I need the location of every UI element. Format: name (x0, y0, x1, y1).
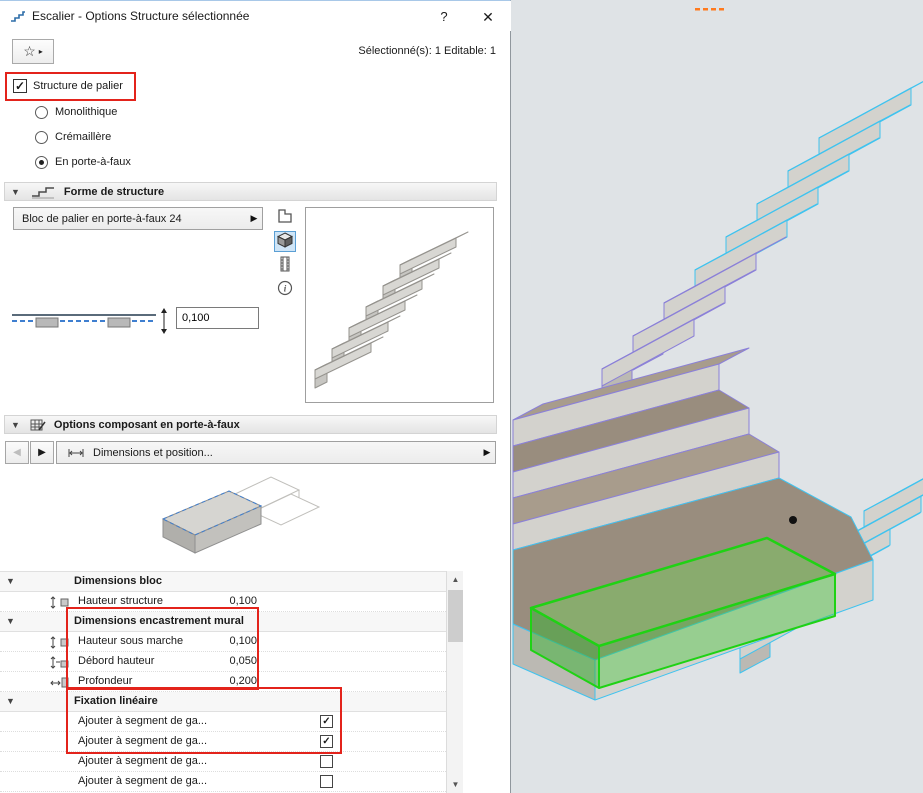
collapse-triangle-icon[interactable]: ▼ (11, 187, 20, 197)
floor-plan-view-button[interactable] (274, 207, 296, 228)
section-composant[interactable]: ▼ Options composant en porte-à-faux (4, 415, 497, 434)
param-value[interactable]: 0,100 (187, 595, 257, 607)
structure-preview-image (306, 208, 493, 402)
window-title: Escalier - Options Structure sélectionné… (32, 9, 249, 23)
param-group-header[interactable]: ▼ Fixation linéaire (0, 692, 446, 712)
param-value[interactable]: 0,200 (187, 675, 257, 687)
filmstrip-icon (277, 256, 293, 275)
radio-cremaillere[interactable] (35, 131, 48, 144)
info-button[interactable]: i (274, 279, 296, 300)
scrollbar-up-icon[interactable]: ▲ (447, 571, 464, 588)
view-3d-button[interactable] (274, 231, 296, 252)
param-group-title: Dimensions bloc (74, 575, 162, 587)
collapse-triangle-icon[interactable]: ▼ (6, 616, 15, 626)
param-group-title: Dimensions encastrement mural (74, 615, 244, 627)
prev-arrow-icon: ◀ (13, 447, 21, 458)
param-label: Ajouter à segment de ga... (78, 775, 207, 787)
previous-page-button[interactable]: ◀ (5, 441, 29, 464)
composant-grid-icon (30, 418, 46, 432)
param-label: Débord hauteur (78, 655, 154, 667)
page-selector-value: Dimensions et position... (85, 447, 479, 459)
structure-palier-label: Structure de palier (33, 80, 123, 92)
param-row[interactable]: Ajouter à segment de ga... ✓ (0, 732, 446, 752)
dropdown-arrow-icon: ▶ (479, 447, 495, 458)
svg-text:i: i (284, 284, 287, 294)
radio-porte-a-faux[interactable] (35, 156, 48, 169)
param-row[interactable]: Profondeur 0,200 (0, 672, 446, 692)
component-diagram (145, 467, 325, 570)
param-label: Ajouter à segment de ga... (78, 755, 207, 767)
structure-palier-checkbox[interactable]: ✓ (13, 79, 27, 93)
favorites-button[interactable]: ☆ ▸ (12, 39, 54, 64)
radio-porte-a-faux-label: En porte-à-faux (55, 156, 131, 168)
param-row[interactable]: Ajouter à segment de ga... ✓ (0, 712, 446, 732)
next-page-button[interactable]: ▶ (30, 441, 54, 464)
dialog-panel: Escalier - Options Structure sélectionné… (0, 0, 511, 793)
next-arrow-icon: ▶ (38, 447, 46, 458)
param-group-header[interactable]: ▼ Dimensions encastrement mural (0, 612, 446, 632)
param-group-header[interactable]: ▼ Dimensions bloc (0, 572, 446, 592)
forme-structure-icon (30, 185, 56, 199)
radio-monolithique-label: Monolithique (55, 106, 117, 118)
param-table: ▼ Dimensions bloc Hauteur structure 0,100 ▼ D… (0, 571, 446, 793)
dimension-height-icon (50, 596, 70, 612)
row-checkbox[interactable] (320, 775, 333, 788)
radio-monolithique[interactable] (35, 106, 48, 119)
param-row[interactable]: Ajouter à segment de ga... (0, 772, 446, 792)
selection-status: Sélectionné(s): 1 Editable: 1 (358, 45, 496, 57)
dropdown-arrow-icon: ▶ (246, 213, 262, 224)
row-checkbox[interactable]: ✓ (320, 715, 333, 728)
param-value[interactable]: 0,100 (187, 635, 257, 647)
param-row[interactable]: Débord hauteur 0,050 (0, 652, 446, 672)
page-selector-dropdown[interactable]: Dimensions et position... ▶ (56, 441, 496, 464)
dimension-depth-icon (50, 676, 70, 692)
param-row[interactable]: Ajouter à segment de ga... (0, 752, 446, 772)
close-button[interactable]: ✕ (476, 7, 500, 27)
param-value[interactable]: 0,050 (187, 655, 257, 667)
help-button[interactable]: ? (432, 7, 456, 27)
stair-3d-view (511, 0, 923, 793)
collapse-triangle-icon[interactable]: ▼ (6, 696, 15, 706)
param-label: Profondeur (78, 675, 132, 687)
floor-plan-icon (277, 208, 293, 227)
dimension-step-icon (50, 656, 70, 672)
collapse-triangle-icon[interactable]: ▼ (11, 420, 20, 430)
dimension-height-icon (50, 636, 70, 652)
dimensions-icon (67, 447, 85, 459)
stair-3d-viewport[interactable] (511, 0, 923, 793)
escalier-options-window: Escalier - Options Structure sélectionné… (0, 0, 923, 793)
offset-value-input[interactable] (176, 307, 259, 329)
param-label: Ajouter à segment de ga... (78, 735, 207, 747)
param-label: Hauteur sous marche (78, 635, 183, 647)
param-row[interactable]: Hauteur structure 0,100 (0, 592, 446, 612)
stair-logo-icon (10, 8, 26, 27)
section-forme-structure[interactable]: ▼ Forme de structure (4, 182, 497, 201)
scrollbar-down-icon[interactable]: ▼ (447, 776, 464, 793)
cube-3d-icon (277, 232, 293, 251)
offset-diagram (8, 305, 172, 340)
collapse-triangle-icon[interactable]: ▼ (6, 576, 15, 586)
param-group-title: Fixation linéaire (74, 695, 158, 707)
elevation-view-button[interactable] (274, 255, 296, 276)
param-label: Ajouter à segment de ga... (78, 715, 207, 727)
param-row[interactable]: Hauteur sous marche 0,100 (0, 632, 446, 652)
row-checkbox[interactable]: ✓ (320, 735, 333, 748)
scrollbar-thumb[interactable] (448, 590, 463, 642)
structure-type-value: Bloc de palier en porte-à-faux 24 (14, 213, 246, 225)
row-checkbox[interactable] (320, 755, 333, 768)
table-scrollbar[interactable]: ▲ ▼ (446, 571, 463, 793)
info-icon: i (277, 280, 293, 299)
param-label: Hauteur structure (78, 595, 163, 607)
title-bar: Escalier - Options Structure sélectionné… (0, 1, 511, 31)
structure-type-dropdown[interactable]: Bloc de palier en porte-à-faux 24 ▶ (13, 207, 263, 230)
favorites-arrow-icon: ▸ (39, 47, 43, 56)
structure-preview-panel (305, 207, 494, 403)
section-forme-title: Forme de structure (64, 186, 164, 198)
radio-cremaillere-label: Crémaillère (55, 131, 111, 143)
favorites-star-icon: ☆ (23, 43, 36, 60)
section-composant-title: Options composant en porte-à-faux (54, 419, 240, 431)
